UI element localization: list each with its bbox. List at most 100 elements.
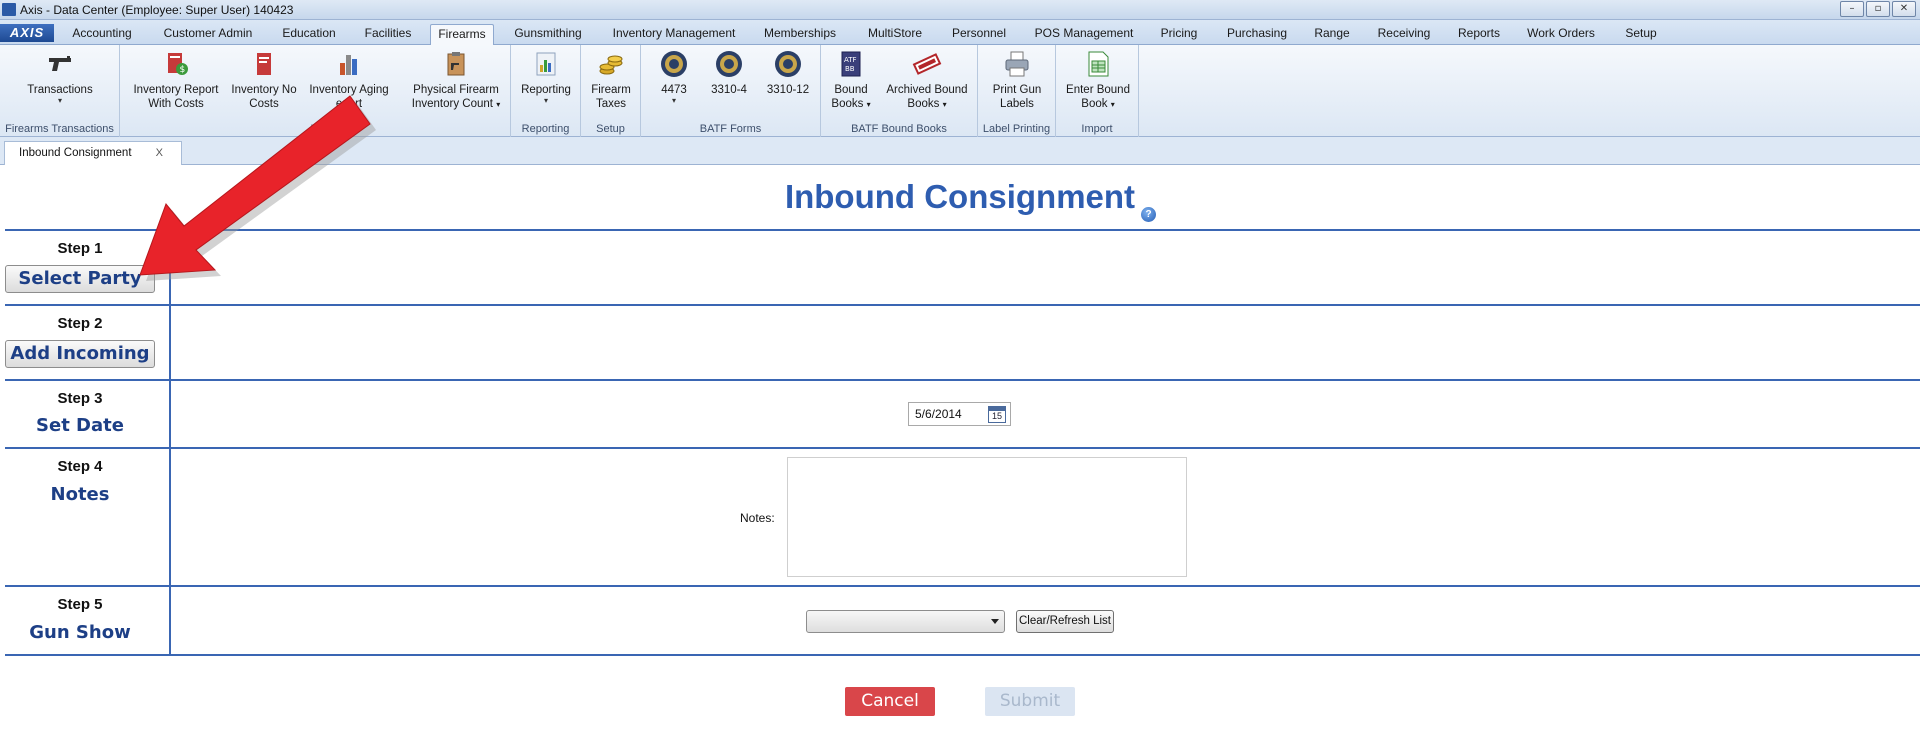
tab-multistore[interactable]: MultiStore — [856, 24, 934, 45]
clipboard-icon — [447, 52, 465, 76]
gun-show-label: Gun Show — [29, 622, 131, 643]
tab-memberships[interactable]: Memberships — [758, 24, 842, 45]
page-title: Inbound Consignment — [784, 178, 1136, 215]
tab-firearms[interactable]: Firearms — [430, 24, 494, 46]
bound-books-button[interactable]: ATF BB Bound Books ▾ — [825, 49, 877, 112]
group-label-firearms-transactions: Firearms Transactions — [5, 123, 114, 135]
step-2-label: Step 2 — [57, 315, 103, 332]
tab-inbound-consignment[interactable]: Inbound Consignment X — [4, 141, 182, 165]
notes-textarea[interactable] — [787, 457, 1187, 577]
ribbon-group-inventory: $ Inventory Report With Costs Inventory … — [120, 45, 511, 137]
batf-seal-icon — [716, 51, 742, 77]
batf-seal-icon — [775, 51, 801, 77]
svg-text:$: $ — [180, 65, 186, 75]
firearm-taxes-button[interactable]: Firearm Taxes — [586, 49, 636, 111]
group-label-label-printing: Label Printing — [982, 123, 1051, 135]
step-5-label: Step 5 — [57, 596, 103, 613]
reporting-button[interactable]: Reporting ▾ — [516, 49, 576, 105]
inventory-aging-report-button[interactable]: Inventory Aging eport — [306, 49, 392, 111]
add-incoming-button[interactable]: Add Incoming — [5, 340, 155, 368]
minimize-button[interactable]: – — [1840, 1, 1864, 17]
archived-bound-books-button[interactable]: Archived Bound Books ▾ — [881, 49, 973, 112]
tab-inventory-management[interactable]: Inventory Management — [602, 24, 746, 45]
ribbon-group-batf-forms: 4473 ▾ 3310-4 3310-12 BATF Forms — [641, 45, 821, 137]
notes-step-label: Notes — [50, 484, 110, 505]
ribbon-group-label-printing: Print Gun Labels Label Printing — [978, 45, 1056, 137]
print-gun-labels-button[interactable]: Print Gun Labels — [984, 49, 1050, 111]
divider — [5, 379, 1920, 381]
title-bar: Axis - Data Center (Employee: Super User… — [0, 0, 1920, 20]
step-3-label: Step 3 — [57, 390, 103, 407]
maximize-button[interactable]: ▫ — [1866, 1, 1890, 17]
date-picker[interactable]: 5/6/2014 15 — [908, 402, 1011, 426]
tab-range[interactable]: Range — [1308, 24, 1356, 45]
window-title: Axis - Data Center (Employee: Super User… — [20, 3, 294, 17]
group-label-import: Import — [1081, 123, 1113, 135]
notes-field-label: Notes: — [740, 511, 775, 525]
report-dollar-icon: $ — [168, 53, 188, 75]
tab-receiving[interactable]: Receiving — [1368, 24, 1440, 45]
tab-purchasing[interactable]: Purchasing — [1218, 24, 1296, 45]
tab-gunsmithing[interactable]: Gunsmithing — [506, 24, 590, 45]
tab-pos-management[interactable]: POS Management — [1028, 24, 1140, 45]
ribbon-group-import: Enter Bound Book ▾ Import — [1056, 45, 1139, 137]
svg-text:BB: BB — [845, 65, 855, 73]
group-label-reporting: Reporting — [521, 123, 570, 135]
step-4-label: Step 4 — [57, 458, 103, 475]
tab-facilities[interactable]: Facilities — [356, 24, 420, 45]
divider — [5, 447, 1920, 449]
svg-text:ATF: ATF — [844, 56, 857, 64]
form-3310-4-button[interactable]: 3310-4 — [704, 49, 754, 97]
window-controls: – ▫ ✕ — [1840, 1, 1916, 17]
form-3310-12-button[interactable]: 3310-12 — [761, 49, 815, 97]
transactions-button[interactable]: Transactions ▾ — [20, 49, 100, 105]
divider — [5, 654, 1920, 656]
set-date-label: Set Date — [36, 415, 124, 436]
tab-personnel[interactable]: Personnel — [946, 24, 1012, 45]
tab-setup[interactable]: Setup — [1616, 24, 1666, 45]
tab-education[interactable]: Education — [274, 24, 344, 45]
gun-show-dropdown[interactable] — [806, 610, 1005, 633]
batf-seal-icon — [661, 51, 687, 77]
step-1-label: Step 1 — [57, 240, 103, 257]
tab-pricing[interactable]: Pricing — [1152, 24, 1206, 45]
chevron-down-icon — [991, 619, 999, 624]
printer-icon — [1005, 51, 1029, 77]
tab-work-orders[interactable]: Work Orders — [1518, 24, 1604, 45]
group-label-inventory: In — [310, 123, 320, 135]
physical-firearm-inventory-count-button[interactable]: Physical Firearm Inventory Count ▾ — [406, 49, 506, 112]
axis-logo[interactable]: AXIS — [0, 24, 54, 42]
calendar-icon[interactable]: 15 — [988, 406, 1006, 423]
document-tab-strip: Inbound Consignment X — [0, 137, 1920, 165]
help-icon[interactable]: ? — [1141, 207, 1156, 222]
tab-reports[interactable]: Reports — [1452, 24, 1506, 45]
close-tab-icon[interactable]: X — [156, 142, 163, 164]
ribbon-group-batf-bound-books: ATF BB Bound Books ▾ Archived Bound Book… — [821, 45, 978, 137]
clear-refresh-list-button[interactable]: Clear/Refresh List — [1016, 610, 1114, 633]
cancel-button[interactable]: Cancel — [845, 687, 935, 716]
tab-accounting[interactable]: Accounting — [62, 24, 142, 45]
submit-button[interactable]: Submit — [985, 687, 1075, 716]
report-book-icon — [257, 53, 271, 75]
divider — [5, 229, 1920, 231]
tab-customer-admin[interactable]: Customer Admin — [154, 24, 262, 45]
ribbon-group-reporting: Reporting ▾ Reporting — [511, 45, 581, 137]
spreadsheet-icon — [1088, 51, 1109, 77]
bar-chart-icon — [340, 55, 357, 75]
enter-bound-book-button[interactable]: Enter Bound Book ▾ — [1062, 49, 1134, 112]
inventory-no-costs-button[interactable]: Inventory No Costs — [226, 49, 302, 111]
close-window-button[interactable]: ✕ — [1892, 1, 1916, 17]
ribbon-group-setup: Firearm Taxes Setup — [581, 45, 641, 137]
inventory-report-with-costs-button[interactable]: $ Inventory Report With Costs — [128, 49, 224, 111]
ribbon-group-firearms-transactions: Transactions ▾ Firearms Transactions — [0, 45, 120, 137]
atf-book-icon: ATF BB — [841, 51, 861, 77]
divider — [5, 585, 1920, 587]
report-chart-icon — [536, 52, 556, 76]
divider — [5, 304, 1920, 306]
form-4473-button[interactable]: 4473 ▾ — [649, 49, 699, 105]
archived-stamp-icon — [912, 53, 942, 75]
select-party-button[interactable]: Select Party — [5, 265, 155, 293]
group-label-batf-bound-books: BATF Bound Books — [851, 123, 947, 135]
group-label-batf-forms: BATF Forms — [699, 123, 762, 135]
step-column-divider — [169, 231, 171, 656]
